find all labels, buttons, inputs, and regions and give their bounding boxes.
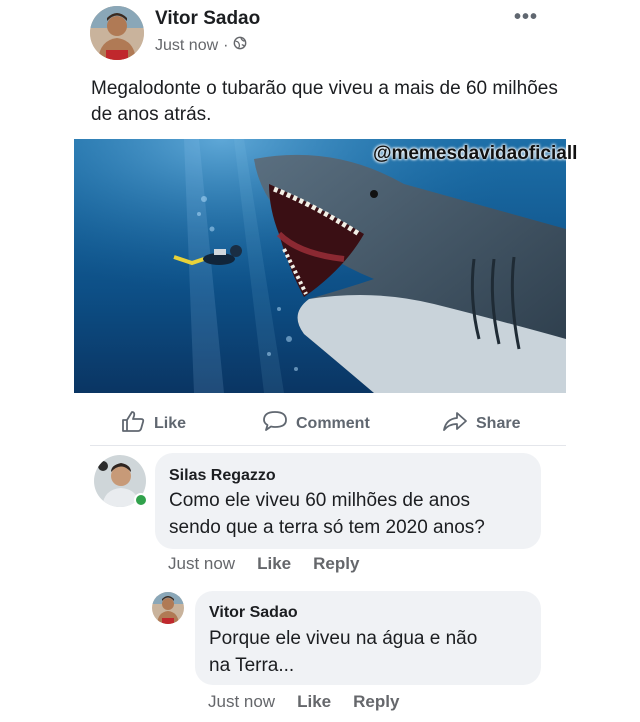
comment-text-line-2: sendo que a terra só tem 2020 anos? — [169, 517, 485, 538]
share-arrow-icon — [442, 410, 468, 437]
comment-button[interactable]: Comment — [262, 410, 370, 437]
speech-bubble-icon — [262, 410, 288, 437]
comment-reply-link[interactable]: Reply — [313, 554, 359, 574]
online-status-dot — [134, 493, 148, 507]
image-watermark: @memesdavidaoficiall — [373, 143, 578, 164]
reply-text-line-2: na Terra... — [209, 655, 295, 676]
reply-author-avatar[interactable] — [152, 592, 184, 624]
reply-author-name[interactable]: Vitor Sadao — [209, 604, 298, 622]
post-author-name[interactable]: Vitor Sadao — [155, 8, 260, 30]
reply-text-line-1: Porque ele viveu na água e não — [209, 628, 478, 649]
post-text: Megalodonte o tubarão que viveu a mais d… — [91, 78, 558, 125]
thumbs-up-icon — [120, 410, 146, 437]
comment-text-line-1: Como ele viveu 60 milhões de anos — [169, 490, 471, 511]
comment-footer: Just now Like Reply — [168, 554, 359, 574]
reply-time[interactable]: Just now — [208, 692, 275, 712]
post-image[interactable] — [74, 139, 566, 393]
meta-separator: · — [223, 36, 229, 54]
like-label: Like — [154, 414, 187, 432]
reply-reply-link[interactable]: Reply — [353, 692, 399, 712]
share-button[interactable]: Share — [442, 410, 520, 437]
share-label: Share — [476, 414, 521, 432]
comment-like-link[interactable]: Like — [257, 554, 291, 574]
reply-footer: Just now Like Reply — [208, 692, 399, 712]
post-time[interactable]: Just now — [155, 37, 218, 55]
post-meta: Just now · — [155, 36, 247, 55]
comment-time[interactable]: Just now — [168, 554, 235, 574]
globe-icon — [233, 36, 247, 55]
like-button[interactable]: Like — [120, 410, 186, 437]
commenter-name[interactable]: Silas Regazzo — [169, 467, 276, 485]
reply-like-link[interactable]: Like — [297, 692, 331, 712]
comment-label: Comment — [296, 414, 370, 432]
actions-divider — [90, 445, 566, 446]
more-options-icon[interactable]: ••• — [514, 6, 538, 29]
author-avatar[interactable] — [90, 6, 144, 60]
